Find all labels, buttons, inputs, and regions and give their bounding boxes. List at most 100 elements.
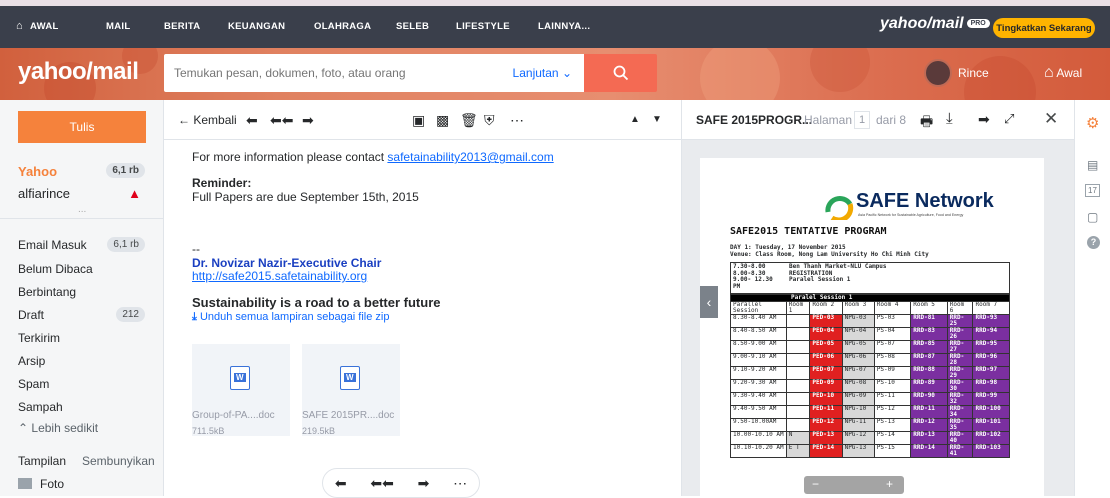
reply-all-icon[interactable]: ⬅⬅ xyxy=(370,475,393,492)
show-less-link[interactable]: ⌃ Lebih sedikit xyxy=(18,421,98,435)
download-icon: ⤓ xyxy=(192,311,197,323)
yahoo-mail-pro-logo[interactable]: yahoo/mail PRO xyxy=(880,15,990,33)
cell: RRD-34 xyxy=(946,405,974,419)
calendar-icon[interactable]: 17 xyxy=(1085,184,1100,197)
account-alfiarince[interactable]: alfiarince xyxy=(18,186,70,201)
previous-message-icon[interactable]: ▲ xyxy=(630,114,640,125)
archive-icon[interactable]: ▣ xyxy=(412,112,425,129)
spam-shield-icon[interactable]: ⛨ xyxy=(484,112,495,129)
reply-all-icon[interactable]: ⬅⬅ xyxy=(270,112,293,129)
sidebar-item-sent[interactable]: Terkirim xyxy=(18,331,60,345)
sidebar-item-unread[interactable]: Belum Dibaca xyxy=(18,262,93,276)
cell: RRD-27 xyxy=(946,340,974,354)
back-button[interactable]: ← Kembali xyxy=(178,113,237,127)
pro-badge: PRO xyxy=(966,19,990,29)
next-message-icon[interactable]: ▼ xyxy=(652,114,662,125)
attachment-name: SAFE 2015PR....doc xyxy=(302,410,395,421)
cell: PS-11 xyxy=(873,392,912,406)
reminder-text: Full Papers are due September 15th, 2015 xyxy=(192,190,419,204)
account-yahoo[interactable]: Yahoo xyxy=(18,164,57,179)
contact-text: For more information please contact xyxy=(192,150,388,164)
cell: RRD-40 xyxy=(946,431,974,445)
cell: 10.00-10.10 AM xyxy=(730,431,787,445)
download-icon[interactable]: ⤓ xyxy=(946,110,953,127)
cell: RRD-32 xyxy=(946,392,974,406)
sidebar-item-starred[interactable]: Berbintang xyxy=(18,285,76,299)
zoom-in-icon[interactable]: + xyxy=(886,477,893,491)
nav-seleb[interactable]: SELEB xyxy=(396,21,429,32)
col-header: Room 1 xyxy=(785,301,811,315)
contact-email-link[interactable]: safetainability2013@gmail.com xyxy=(387,150,553,164)
avatar[interactable] xyxy=(924,59,952,87)
hide-views-link[interactable]: Sembunyikan xyxy=(82,454,155,468)
cell: PS-09 xyxy=(873,366,912,380)
safe-network-logo-icon xyxy=(825,196,854,220)
expand-icon[interactable]: ⤢ xyxy=(1004,111,1014,127)
nav-mail[interactable]: MAIL xyxy=(106,21,130,32)
close-icon[interactable]: ✕ xyxy=(1044,109,1058,129)
nav-lifestyle[interactable]: LIFESTYLE xyxy=(456,21,510,32)
cell: PS-03 xyxy=(873,314,912,328)
schedule-table: Paralel Session 1 Parallel Session Room … xyxy=(730,294,1010,458)
upgrade-button[interactable]: Tingkatkan Sekarang xyxy=(993,18,1095,38)
table-row: 8.30-8.40 AM PED-03 NPG-03 PS-03 RRD-81 RRD-2… xyxy=(730,314,1010,328)
cell: PS-07 xyxy=(873,340,912,354)
sidebar-item-trash[interactable]: Sampah xyxy=(18,400,63,414)
cell: PED-09 xyxy=(809,379,843,393)
sidebar-item-inbox[interactable]: Email Masuk xyxy=(18,238,87,252)
cell: RRD-103 xyxy=(972,444,1010,458)
cell xyxy=(785,340,811,354)
sidebar-item-archive[interactable]: Arsip xyxy=(18,354,45,368)
nav-more[interactable]: LAINNYA... xyxy=(538,21,590,32)
cell: PS-04 xyxy=(873,327,912,341)
cell xyxy=(785,314,811,328)
more-options-icon[interactable]: ⋯ xyxy=(510,112,524,129)
download-all-link[interactable]: ⤓ Unduh semua lampiran sebagai file zip xyxy=(192,311,390,324)
sidebar-item-spam[interactable]: Spam xyxy=(18,377,49,391)
forward-icon[interactable]: ➡ xyxy=(418,475,430,492)
forward-icon[interactable]: ➡ xyxy=(302,112,314,129)
signature-url-link[interactable]: http://safe2015.safetainability.org xyxy=(192,269,367,283)
zoom-control[interactable]: − + xyxy=(804,476,904,494)
signature-name: Dr. Novizar Nazir-Executive Chair xyxy=(192,256,382,270)
yahoo-mail-logo[interactable]: yahoo/mail xyxy=(18,58,139,86)
home-icon[interactable]: ⌂ xyxy=(16,20,23,32)
drafts-count: 212 xyxy=(116,307,145,322)
more-options-icon[interactable]: ⋯ xyxy=(453,475,467,492)
home-link[interactable]: ⌂ Awal xyxy=(1044,64,1082,82)
more-accounts[interactable]: ... xyxy=(78,204,86,215)
cell: 10.10-10.20 AM xyxy=(730,444,787,458)
chevron-up-icon: ⌃ xyxy=(18,421,29,435)
compose-button[interactable]: Tulis xyxy=(18,111,146,143)
contacts-icon[interactable]: ▤ xyxy=(1087,158,1098,172)
reminder-title: Reminder: xyxy=(192,176,252,190)
nav-berita[interactable]: BERITA xyxy=(164,21,200,32)
print-icon[interactable]: 🖶 xyxy=(920,111,933,135)
user-name[interactable]: Rince xyxy=(958,66,989,80)
reply-icon[interactable]: ⬅ xyxy=(335,475,347,492)
cell: RRD-41 xyxy=(946,444,974,458)
table-row: 9.00-9.10 AM PED-06 NPG-06 PS-08 RRD-87 RRD-2… xyxy=(730,353,1010,367)
search-input[interactable] xyxy=(174,54,494,92)
notepad-icon[interactable]: ▢ xyxy=(1087,210,1098,224)
help-icon[interactable]: ? xyxy=(1087,236,1100,249)
attachment-card[interactable] xyxy=(192,344,290,436)
move-icon[interactable]: ▩ xyxy=(436,112,449,129)
nav-olahraga[interactable]: OLAHRAGA xyxy=(314,21,371,32)
page-number-input[interactable]: 1 xyxy=(854,111,870,129)
sidebar-item-drafts[interactable]: Draft xyxy=(18,308,44,322)
delete-icon[interactable]: 🗑 xyxy=(460,112,478,129)
zoom-out-icon[interactable]: − xyxy=(812,477,819,491)
nav-awal[interactable]: AWAL xyxy=(30,21,59,32)
nav-keuangan[interactable]: KEUANGAN xyxy=(228,21,285,32)
forward-icon[interactable]: ➡ xyxy=(978,111,990,128)
pdf-viewport[interactable]: ‹ SAFE Network Asia Pacific Network for … xyxy=(682,140,1074,498)
reply-icon[interactable]: ⬅ xyxy=(246,112,258,129)
previous-page-button[interactable]: ‹ xyxy=(700,286,718,318)
settings-gear-icon[interactable]: ⚙ xyxy=(1086,114,1099,132)
attachment-card[interactable] xyxy=(302,344,400,436)
search-button[interactable] xyxy=(584,54,657,92)
sidebar-item-photos[interactable]: Foto xyxy=(18,477,64,491)
cell: NPG-07 xyxy=(841,366,875,380)
advanced-search-button[interactable]: Lanjutan ⌄ xyxy=(513,66,572,80)
